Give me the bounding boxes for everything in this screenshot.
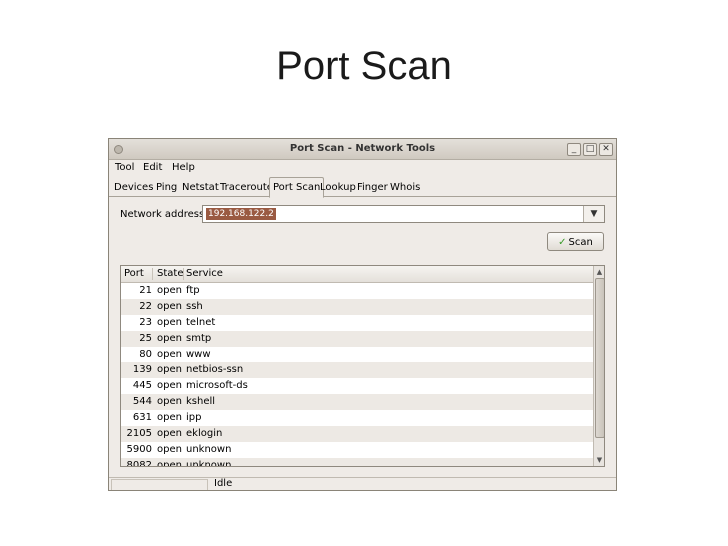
window-title: Port Scan - Network Tools [289,143,436,154]
port-cell: 445 [132,380,152,392]
service-cell: ssh [186,300,203,312]
close-button[interactable]: ✕ [599,143,613,156]
state-cell: open [157,412,182,424]
network-address-label: Network address: [120,209,208,220]
tab-ping[interactable]: Ping [153,180,180,195]
chevron-down-icon[interactable]: ▼ [583,206,604,222]
network-address-input[interactable]: 192.168.122.2 [206,208,276,220]
service-cell: ipp [186,412,202,424]
vertical-scrollbar[interactable]: ▲ ▼ [593,266,604,466]
checkmark-icon: ✓ [558,237,567,248]
menu-edit[interactable]: Edit [143,162,162,173]
state-cell: open [157,459,182,467]
port-cell: 139 [132,364,152,376]
tab-finger[interactable]: Finger [354,180,391,195]
table-row[interactable]: 2105 open eklogin [121,426,593,442]
service-cell: telnet [186,316,216,328]
tab-traceroute[interactable]: Traceroute [217,180,276,195]
port-cell: 21 [139,285,152,296]
table-row[interactable]: 23 open telnet [121,315,593,331]
column-separator [183,268,184,280]
state-cell: open [157,348,182,360]
port-cell: 8082 [126,459,152,467]
scan-button[interactable]: ✓ Scan [547,232,604,251]
status-panel [111,479,208,490]
port-cell: 544 [132,396,152,408]
state-cell: open [157,285,182,296]
service-cell: unknown [186,443,232,455]
scrollbar-thumb[interactable] [595,278,604,438]
tab-whois[interactable]: Whois [387,180,423,195]
minimize-button[interactable]: _ [567,143,581,156]
table-row[interactable]: 139 open netbios-ssn [121,362,593,379]
service-cell: smtp [186,332,212,344]
title-bar[interactable]: Port Scan - Network Tools _ □ ✕ [109,139,616,160]
column-separator [152,268,153,280]
status-bar: Idle [109,477,616,490]
port-cell: 5900 [126,443,152,455]
state-cell: open [157,316,182,328]
table-row[interactable]: 5900 open unknown [121,442,593,458]
port-cell: 631 [132,412,152,424]
tab-netstat[interactable]: Netstat [179,180,222,195]
column-header-service[interactable]: Service [186,268,223,279]
service-cell: www [186,348,211,360]
port-cell: 23 [139,316,152,328]
tab-lookup[interactable]: Lookup [317,180,359,195]
state-cell: open [157,380,182,392]
table-row[interactable]: 445 open microsoft-ds [121,378,593,394]
scroll-down-icon[interactable]: ▼ [594,455,604,465]
list-header: Port State Service [121,266,593,283]
state-cell: open [157,428,182,440]
service-cell: ftp [186,285,200,296]
network-address-combo[interactable]: 192.168.122.2 ▼ [202,205,605,223]
tab-devices[interactable]: Devices [111,180,156,195]
port-cell: 22 [139,300,152,312]
table-row[interactable]: 8082 open unknown [121,457,593,467]
state-cell: open [157,396,182,408]
table-row[interactable]: 631 open ipp [121,410,593,426]
scan-button-label: Scan [568,237,593,248]
port-rows: 21 open ftp 22 open ssh 23 open telnet 25 open s… [121,283,593,467]
menu-help[interactable]: Help [172,162,195,173]
port-cell: 25 [139,332,152,344]
slide-title: Port Scan [276,44,452,88]
menu-tool[interactable]: Tool [115,162,134,173]
menu-bar: Tool Edit Help [109,160,616,176]
service-cell: unknown [186,459,232,467]
service-cell: kshell [186,396,216,408]
service-cell: netbios-ssn [186,364,244,376]
port-cell: 80 [139,348,152,360]
column-header-state[interactable]: State [157,268,183,279]
service-cell: eklogin [186,428,223,440]
table-row[interactable]: 22 open ssh [121,298,593,315]
port-list: Port State Service 21 open ftp 22 open ssh 2… [120,265,605,467]
state-cell: open [157,332,182,344]
column-header-port[interactable]: Port [124,268,144,279]
table-row[interactable]: 80 open www [121,347,593,363]
port-cell: 2105 [126,428,152,440]
state-cell: open [157,300,182,312]
table-row[interactable]: 544 open kshell [121,394,593,411]
maximize-button[interactable]: □ [583,143,597,156]
state-cell: open [157,364,182,376]
table-row[interactable]: 21 open ftp [121,283,593,299]
table-row[interactable]: 25 open smtp [121,330,593,347]
status-text: Idle [214,478,233,489]
state-cell: open [157,443,182,455]
service-cell: microsoft-ds [186,380,248,392]
scroll-up-icon[interactable]: ▲ [594,267,604,277]
port-scan-window: Port Scan - Network Tools _ □ ✕ Tool Edi… [108,138,617,491]
tab-strip: Devices Ping Netstat Traceroute Port Sca… [109,177,616,198]
